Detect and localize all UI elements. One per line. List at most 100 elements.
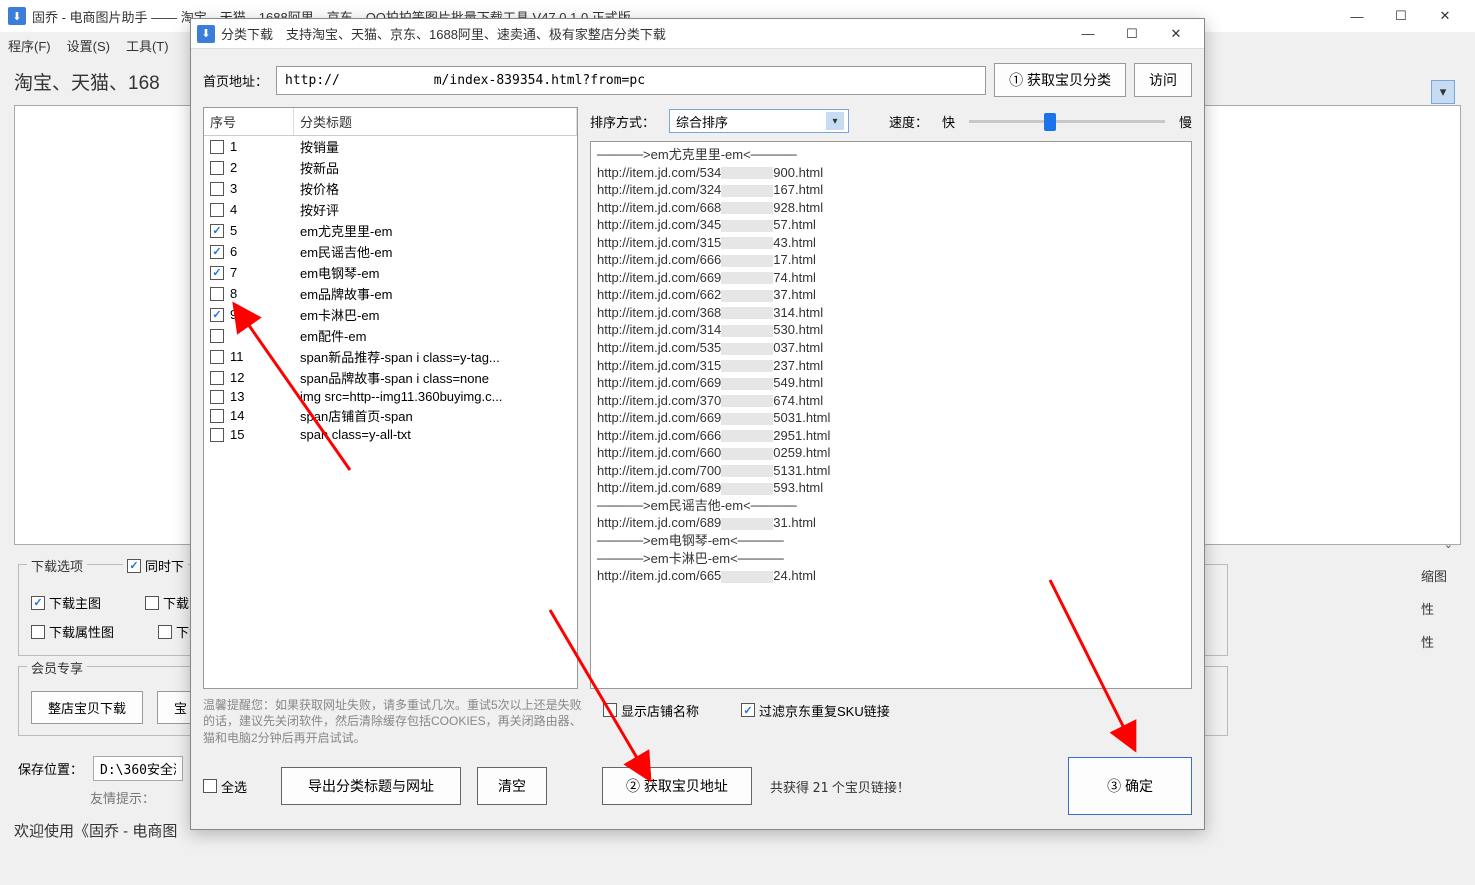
table-row[interactable]: 8 em品牌故事-em [204, 283, 577, 304]
table-row[interactable]: 1按销量 [204, 136, 577, 157]
download-options-legend: 下载选项 [27, 556, 87, 575]
row-title: 按好评 [300, 200, 571, 219]
table-row[interactable]: 13img src=http--img11.360buyimg.c... [204, 388, 577, 405]
table-row[interactable]: 3按价格 [204, 178, 577, 199]
homepage-url-input[interactable] [276, 66, 986, 95]
get-url-button[interactable]: ② 获取宝贝地址 [602, 767, 752, 805]
save-location-input[interactable] [93, 756, 183, 781]
get-category-button[interactable]: ① 获取宝贝分类 [994, 63, 1126, 97]
row-checkbox[interactable] [210, 409, 224, 423]
row-checkbox[interactable] [210, 371, 224, 385]
row-title: span品牌故事-span i class=none [300, 368, 571, 387]
visit-button[interactable]: 访问 [1134, 63, 1192, 97]
dialog-title: 分类下载 支持淘宝、天猫、京东、1688阿里、速卖通、极有家整店分类下载 [221, 24, 1066, 43]
row-checkbox[interactable] [210, 203, 224, 217]
menu-program[interactable]: 程序(F) [8, 36, 51, 55]
table-row[interactable]: 6em民谣吉他-em [204, 241, 577, 262]
checkbox-filter-jd-sku[interactable]: 过滤京东重复SKU链接 [741, 701, 890, 720]
row-checkbox[interactable] [210, 140, 224, 154]
row-title: span class=y-all-txt [300, 427, 571, 442]
row-number: 5 [230, 223, 237, 238]
url-result-list[interactable]: ─────>em尤克里里-em<─────http://item.jd.com/… [590, 141, 1192, 689]
table-row[interactable]: 2按新品 [204, 157, 577, 178]
table-row[interactable]: 12span品牌故事-span i class=none [204, 367, 577, 388]
category-table[interactable]: 序号 分类标题 1按销量2按新品3按价格4按好评 5 em尤克里里-em6em民谣吉… [203, 107, 578, 689]
url-line: http://item.jd.com/66617.html [597, 251, 1185, 269]
row-checkbox[interactable] [210, 350, 224, 364]
row-number: 11 [230, 349, 244, 364]
minimize-button[interactable]: — [1335, 1, 1379, 31]
menu-tools[interactable]: 工具(T) [126, 36, 169, 55]
url-line: http://item.jd.com/66237.html [597, 286, 1185, 304]
dialog-app-icon: ⬇ [197, 25, 215, 43]
row-number: 7 [230, 265, 237, 280]
table-row[interactable]: 9em卡淋巴-em [204, 304, 577, 325]
maximize-button[interactable]: ☐ [1379, 1, 1423, 31]
speed-slow-label: 慢 [1179, 112, 1192, 131]
row-number: 3 [230, 181, 237, 196]
checkbox-select-all[interactable]: 全选 [203, 777, 247, 796]
row-checkbox[interactable] [210, 428, 224, 442]
row-title: em品牌故事-em [300, 284, 571, 303]
dialog-minimize-button[interactable]: — [1066, 19, 1110, 49]
url-line: http://item.jd.com/6600259.html [597, 444, 1185, 462]
table-row[interactable]: 15span class=y-all-txt [204, 426, 577, 443]
col-header-title[interactable]: 分类标题 [294, 108, 577, 135]
checkbox-dl2[interactable]: 下载 [145, 593, 189, 612]
clear-button[interactable]: 清空 [477, 767, 547, 805]
table-row[interactable]: 5 em尤克里里-em [204, 220, 577, 241]
col-header-no[interactable]: 序号 [204, 108, 294, 135]
row-title: em卡淋巴-em [300, 305, 571, 324]
speed-slider[interactable] [969, 120, 1165, 123]
table-row[interactable]: 4按好评 [204, 199, 577, 220]
table-row[interactable]: 7em电钢琴-em [204, 262, 577, 283]
hint-text: 温馨提醒您：如果获取网址失败，请多重试几次。重试5次以上还是失败的话，建议先关闭… [203, 697, 583, 747]
row-number: 1 [230, 139, 237, 154]
row-checkbox[interactable] [210, 161, 224, 175]
whole-shop-download-button[interactable]: 整店宝贝下载 [31, 691, 143, 724]
url-line: http://item.jd.com/689593.html [597, 479, 1185, 497]
speed-slider-thumb[interactable] [1044, 113, 1056, 131]
row-checkbox[interactable] [210, 224, 224, 238]
row-checkbox[interactable] [210, 390, 224, 404]
checkbox-main-img[interactable]: 下载主图 [31, 593, 101, 612]
row-checkbox[interactable] [210, 287, 224, 301]
row-checkbox[interactable] [210, 308, 224, 322]
menu-settings[interactable]: 设置(S) [67, 36, 110, 55]
checkbox-prop-img[interactable]: 下载属性图 [31, 622, 114, 641]
table-row[interactable]: 11 span新品推荐-span i class=y-tag... [204, 346, 577, 367]
row-title: span新品推荐-span i class=y-tag... [300, 347, 571, 366]
sort-value: 综合排序 [676, 112, 728, 131]
row-checkbox[interactable] [210, 245, 224, 259]
welcome-text: 欢迎使用《固乔 - 电商图 [14, 820, 177, 841]
chevron-down-icon: ▾ [826, 112, 844, 130]
sort-select[interactable]: 综合排序 ▾ [669, 109, 849, 133]
ok-button[interactable]: ③ 确定 [1068, 757, 1192, 815]
row-number: 13 [230, 389, 244, 404]
url-line: http://item.jd.com/31543.html [597, 234, 1185, 252]
dialog-maximize-button[interactable]: ☐ [1110, 19, 1154, 49]
table-row[interactable]: em配件-em [204, 325, 577, 346]
row-checkbox[interactable] [210, 182, 224, 196]
top-right-dropdown[interactable] [1431, 80, 1455, 104]
close-button[interactable]: ✕ [1423, 1, 1467, 31]
row-title: em尤克里里-em [300, 221, 571, 240]
url-line: http://item.jd.com/535037.html [597, 339, 1185, 357]
url-line: http://item.jd.com/368314.html [597, 304, 1185, 322]
export-button[interactable]: 导出分类标题与网址 [281, 767, 461, 805]
row-number: 14 [230, 408, 244, 423]
table-row[interactable]: 14span店铺首页-span [204, 405, 577, 426]
row-checkbox[interactable] [210, 266, 224, 280]
url-line: http://item.jd.com/669549.html [597, 374, 1185, 392]
dialog-close-button[interactable]: ✕ [1154, 19, 1198, 49]
row-checkbox[interactable] [210, 329, 224, 343]
speed-label: 速度： [889, 112, 928, 131]
row-title: em配件-em [300, 326, 571, 345]
checkbox-show-shop-name[interactable]: 显示店铺名称 [603, 701, 699, 720]
speed-fast-label: 快 [942, 112, 955, 131]
row-number: 6 [230, 244, 237, 259]
scroll-down-icon[interactable]: ⌄ [1444, 538, 1453, 551]
member-legend: 会员专享 [27, 658, 87, 677]
row-number: 8 [230, 286, 237, 301]
checkbox-same-time[interactable]: 同时下 [123, 556, 188, 575]
